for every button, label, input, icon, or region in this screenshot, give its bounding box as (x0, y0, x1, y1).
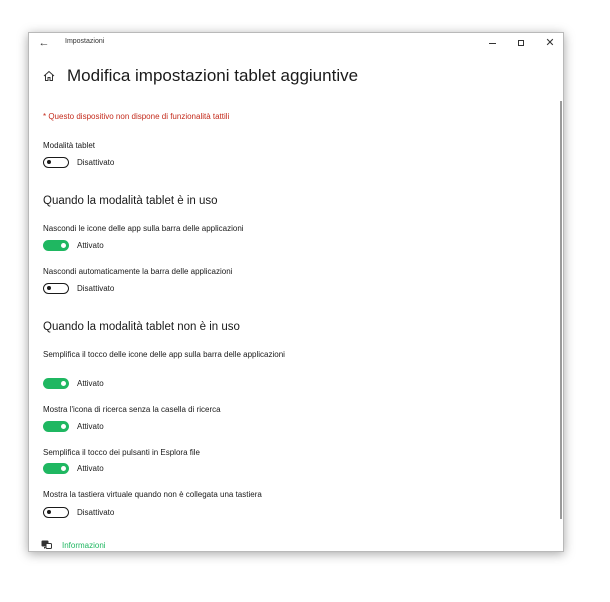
tablet-mode-toggle-row: Disattivato (43, 157, 114, 168)
info-link[interactable]: Informazioni (41, 540, 106, 550)
touch-keyboard-toggle-row: Disattivato (43, 507, 114, 518)
hide-app-icons-label: Nascondi le icone delle app sulla barra … (43, 224, 244, 233)
auto-hide-taskbar-toggle[interactable] (43, 283, 69, 294)
toggle-knob (61, 424, 66, 429)
section-heading-in-use: Quando la modalità tablet è in uso (43, 195, 218, 207)
easy-tap-explorer-label: Semplifica il tocco dei pulsanti in Espl… (43, 448, 200, 457)
easy-tap-explorer-toggle-row: Attivato (43, 463, 104, 474)
title-bar: ← Impostazioni ✕ (29, 33, 563, 53)
toggle-knob (61, 381, 66, 386)
maximize-button[interactable] (507, 35, 535, 51)
easy-tap-explorer-toggle[interactable] (43, 463, 69, 474)
touch-keyboard-state: Disattivato (77, 508, 115, 517)
back-button[interactable]: ← (36, 35, 52, 51)
touch-keyboard-label: Mostra la tastiera virtuale quando non è… (43, 490, 262, 499)
tablet-mode-toggle[interactable] (43, 157, 69, 168)
tablet-mode-state: Disattivato (77, 158, 115, 167)
easy-tap-taskbar-toggle[interactable] (43, 378, 69, 389)
touch-keyboard-toggle[interactable] (43, 507, 69, 518)
scrollbar[interactable] (560, 101, 562, 519)
easy-tap-explorer-state: Attivato (77, 464, 104, 473)
toggle-knob (61, 243, 66, 248)
back-arrow-icon: ← (38, 37, 50, 49)
close-icon: ✕ (545, 37, 555, 49)
hide-app-icons-toggle-row: Attivato (43, 240, 104, 251)
auto-hide-taskbar-toggle-row: Disattivato (43, 283, 114, 294)
toggle-knob (47, 160, 51, 164)
search-icon-setting-toggle[interactable] (43, 421, 69, 432)
minimize-button[interactable] (478, 35, 506, 51)
toggle-knob (61, 466, 66, 471)
easy-tap-taskbar-toggle-row: Attivato (43, 378, 104, 389)
maximize-icon (518, 40, 524, 46)
window-title: Impostazioni (65, 38, 105, 45)
minimize-icon (488, 42, 496, 44)
settings-window: ← Impostazioni ✕ Modifica impostazioni t… (28, 32, 564, 552)
page-header: Modifica impostazioni tablet aggiuntive (41, 66, 358, 86)
easy-tap-taskbar-label: Semplifica il tocco delle icone delle ap… (43, 350, 285, 359)
search-icon-setting-label: Mostra l'icona di ricerca senza la casel… (43, 405, 221, 414)
auto-hide-taskbar-label: Nascondi automaticamente la barra delle … (43, 267, 233, 276)
hide-app-icons-toggle[interactable] (43, 240, 69, 251)
auto-hide-taskbar-state: Disattivato (77, 284, 115, 293)
toggle-knob (47, 510, 51, 514)
section-heading-not-in-use: Quando la modalità tablet non è in uso (43, 321, 240, 333)
home-icon[interactable] (41, 68, 57, 84)
close-button[interactable]: ✕ (536, 35, 563, 51)
toggle-knob (47, 286, 51, 290)
search-icon-setting-state: Attivato (77, 422, 104, 431)
search-icon-setting-toggle-row: Attivato (43, 421, 104, 432)
info-icon (41, 540, 53, 550)
tablet-mode-label: Modalità tablet (43, 141, 96, 150)
easy-tap-taskbar-state: Attivato (77, 379, 104, 388)
no-touch-warning: * Questo dispositivo non dispone di funz… (43, 112, 230, 121)
hide-app-icons-state: Attivato (77, 241, 104, 250)
info-link-label: Informazioni (62, 540, 106, 550)
page-title: Modifica impostazioni tablet aggiuntive (67, 66, 359, 85)
